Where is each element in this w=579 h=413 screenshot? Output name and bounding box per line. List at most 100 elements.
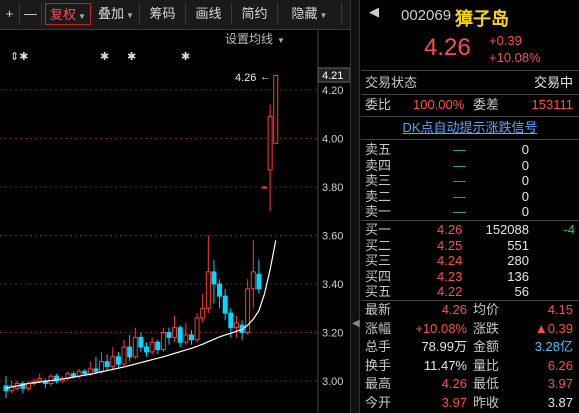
stat-label: 涨跌 xyxy=(473,320,500,336)
candle-body[interactable] xyxy=(104,361,110,367)
event-marker-3[interactable]: ✱ xyxy=(127,51,136,63)
divider xyxy=(361,139,579,140)
stock-code: 002069 xyxy=(401,7,452,24)
buy-order-row[interactable]: 买五 4.22 56 xyxy=(361,283,579,301)
current-price: 4.26 xyxy=(424,34,471,61)
ma-line xyxy=(5,240,277,389)
stat-label: 昨收 xyxy=(473,394,500,410)
candle-body[interactable] xyxy=(121,346,127,365)
current-price-label: 4.21 xyxy=(322,70,343,82)
kline-chart[interactable]: 4.20 4.00 3.80 3.60 3.40 3.20 3.00 设置均线 ▼ ⇕✱ ✱… xyxy=(0,30,350,413)
candle-body[interactable] xyxy=(273,74,279,144)
stats-row: 最新 4.26 均价 4.15 xyxy=(361,301,579,319)
y-tick-label: 3.00 xyxy=(322,376,343,388)
candle-body[interactable] xyxy=(217,283,223,297)
candle-body[interactable] xyxy=(155,341,161,350)
candle-body[interactable] xyxy=(82,370,88,375)
stat-value: ▲0.39 xyxy=(534,320,573,336)
sell-order-row[interactable]: 卖一 — 0 xyxy=(361,203,579,221)
stat-value: +10.08% xyxy=(415,320,467,336)
candle-body[interactable] xyxy=(233,322,239,329)
divider xyxy=(361,116,579,117)
divider xyxy=(361,70,579,71)
y-tick-label: 3.40 xyxy=(322,279,343,291)
stat-value: 4.26 xyxy=(441,302,467,317)
candle-body[interactable] xyxy=(262,186,268,189)
candle-body[interactable] xyxy=(177,327,183,343)
price-change-pct: +10.08% xyxy=(489,50,541,65)
candle-body[interactable] xyxy=(110,356,116,367)
stat-label: 换手 xyxy=(365,357,392,373)
candle-body[interactable] xyxy=(228,312,234,329)
chouma-button[interactable]: 筹码 xyxy=(140,3,186,25)
order-volume: 0 xyxy=(521,204,529,219)
yincang-label: 隐藏 xyxy=(291,6,318,21)
candle-body[interactable] xyxy=(172,327,178,338)
stat-label: 涨幅 xyxy=(365,320,392,336)
candle-body[interactable] xyxy=(205,271,211,309)
candle-body[interactable] xyxy=(188,334,194,341)
stat-label: 总手 xyxy=(365,339,392,354)
stat-label: 金额 xyxy=(473,339,500,354)
stat-value: 11.47% xyxy=(423,357,467,373)
fuquan-dropdown[interactable]: 复权 ▼ xyxy=(45,3,91,25)
stats-row: 最高 4.26 最低 3.97 xyxy=(361,375,579,393)
candle-body[interactable] xyxy=(267,116,273,171)
y-tick-label: 3.80 xyxy=(322,182,343,194)
y-tick-label: 4.00 xyxy=(322,133,343,145)
arrow-left-icon: ← xyxy=(260,71,271,83)
event-marker-2[interactable]: ✱ xyxy=(100,51,109,63)
candle-body[interactable] xyxy=(194,317,200,341)
stock-name: 獐子岛 xyxy=(455,9,509,29)
candle-body[interactable] xyxy=(200,307,206,319)
candle-body[interactable] xyxy=(37,378,43,382)
zoom-in-button[interactable]: + xyxy=(0,3,20,25)
candle-body[interactable] xyxy=(222,295,228,314)
candle-body[interactable] xyxy=(211,271,217,285)
stat-value: 4.26 xyxy=(441,376,467,391)
status-label: 交易状态 xyxy=(365,75,418,90)
candle-body[interactable] xyxy=(127,346,133,358)
candle-body[interactable] xyxy=(87,368,93,375)
order-label: 卖一 xyxy=(365,204,392,219)
order-price: 4.22 xyxy=(437,284,463,299)
status-row: 交易状态 交易中 xyxy=(361,74,579,92)
candle-body[interactable] xyxy=(132,336,138,358)
stat-value: 3.87 xyxy=(547,394,573,410)
quote-panel: ◀ 002069 獐子岛 4.26 +0.39 +10.08% 交易状态 交易中… xyxy=(361,0,579,413)
candle-body[interactable] xyxy=(160,332,166,350)
candle-body[interactable] xyxy=(138,336,144,348)
candle-body[interactable] xyxy=(166,332,172,338)
candle-body[interactable] xyxy=(144,346,149,353)
y-tick-label: 3.60 xyxy=(322,231,343,243)
stat-value: 3.97 xyxy=(547,376,573,391)
candle-body[interactable] xyxy=(256,273,262,290)
ma-settings-link[interactable]: 设置均线 xyxy=(225,32,273,46)
y-axis-labels: 4.20 4.00 3.80 3.60 3.40 3.20 3.00 xyxy=(322,85,343,388)
dk-signal-link[interactable]: DK点自动提示涨跌信号 xyxy=(361,119,579,137)
candle-body[interactable] xyxy=(93,368,99,372)
panel-splitter[interactable]: ◀ xyxy=(350,0,360,413)
stat-value: 4.15 xyxy=(547,302,573,317)
order-volume: 56 xyxy=(514,284,529,299)
candle-body[interactable] xyxy=(183,334,189,343)
divider xyxy=(361,94,579,95)
collapse-arrow-icon[interactable]: ◀ xyxy=(352,318,360,329)
high-price-tag: 4.26 xyxy=(235,72,256,84)
diejia-dropdown[interactable]: 叠加 ▼ xyxy=(93,3,140,25)
jianyue-button[interactable]: 简约 xyxy=(232,3,278,25)
candle-body[interactable] xyxy=(149,341,155,353)
yincang-dropdown[interactable]: 隐藏 ▼ xyxy=(278,3,342,25)
event-marker-4[interactable]: ✱ xyxy=(181,51,190,63)
candle-body[interactable] xyxy=(115,356,121,365)
event-marker-1[interactable]: ⇕✱ xyxy=(10,51,28,63)
collapse-arrow-icon[interactable]: ◀ xyxy=(369,4,379,20)
y-tick-label: 3.20 xyxy=(322,328,343,340)
candle-body[interactable] xyxy=(250,271,256,290)
candle-body[interactable] xyxy=(70,373,76,377)
zoom-out-button[interactable]: — xyxy=(20,3,42,25)
weibi-label: 委比 xyxy=(365,97,392,112)
stat-label: 最高 xyxy=(365,376,392,391)
huaxian-button[interactable]: 画线 xyxy=(186,3,232,25)
candle-body[interactable] xyxy=(99,361,105,372)
